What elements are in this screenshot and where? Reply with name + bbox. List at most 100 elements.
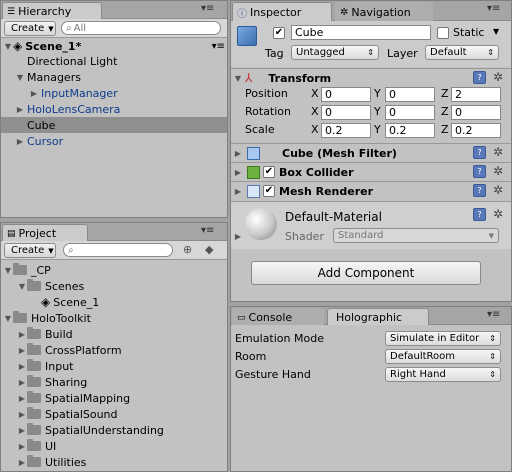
- collapse-triangle-icon[interactable]: ▶: [29, 89, 39, 98]
- layer-dropdown[interactable]: Default ⇕: [425, 45, 499, 60]
- project-item[interactable]: ◈ Scene_1: [41, 294, 99, 310]
- box-collider-enabled-checkbox[interactable]: ✔: [263, 166, 275, 178]
- collapse-triangle-icon[interactable]: ▶: [17, 330, 27, 339]
- position-x-field[interactable]: 0: [321, 87, 371, 102]
- add-component-button[interactable]: Add Component: [251, 261, 481, 285]
- tab-inspector[interactable]: ⓘ Inspector: [232, 2, 332, 21]
- hierarchy-item[interactable]: ▶ HoloLensCamera: [1, 101, 227, 117]
- project-item[interactable]: ▼ _CP: [3, 262, 51, 278]
- collapse-triangle-icon[interactable]: ▶: [17, 442, 27, 451]
- project-item[interactable]: ▶ SpatialMapping: [17, 390, 130, 406]
- help-icon[interactable]: ?: [473, 71, 486, 84]
- collapse-triangle-icon[interactable]: ▶: [17, 346, 27, 355]
- rotation-z-field[interactable]: 0: [451, 105, 501, 120]
- room-dropdown[interactable]: DefaultRoom ⇕: [385, 349, 501, 364]
- collapse-triangle-icon[interactable]: ▶: [15, 137, 25, 146]
- box-collider-header[interactable]: ▶ ✔ Box Collider ? ✲: [231, 162, 511, 181]
- hierarchy-item[interactable]: ▼ Managers: [1, 69, 227, 85]
- gear-icon[interactable]: ✲: [493, 164, 503, 178]
- active-checkbox[interactable]: ✔: [273, 27, 285, 39]
- project-item[interactable]: ▶ SpatialSound: [17, 406, 118, 422]
- emulation-mode-dropdown[interactable]: Simulate in Editor ⇕: [385, 331, 501, 346]
- hierarchy-options-icon[interactable]: ▾≡: [201, 3, 214, 14]
- mesh-filter-header[interactable]: ▶ Cube (Mesh Filter) ? ✲: [231, 143, 511, 162]
- rotation-x-field[interactable]: 0: [321, 105, 371, 120]
- tab-hierarchy[interactable]: ☰ Hierarchy: [2, 2, 102, 19]
- position-z-field[interactable]: 2: [451, 87, 501, 102]
- project-item[interactable]: ▶ Build: [17, 326, 73, 342]
- axis-y-label: Y: [374, 105, 381, 118]
- project-create-button[interactable]: Create ▼: [4, 243, 56, 258]
- project-options-icon[interactable]: ▾≡: [201, 225, 214, 236]
- tab-project[interactable]: ▤ Project: [2, 224, 88, 241]
- shader-dropdown[interactable]: Standard ▼: [333, 228, 499, 243]
- project-item[interactable]: ▶ Sharing: [17, 374, 87, 390]
- project-search[interactable]: ⌕: [63, 243, 173, 257]
- collapse-triangle-icon[interactable]: ▶: [233, 232, 243, 241]
- hierarchy-item[interactable]: Directional Light: [1, 53, 227, 69]
- chevron-down-icon[interactable]: ▼: [493, 27, 499, 36]
- gesture-hand-dropdown[interactable]: Right Hand ⇕: [385, 367, 501, 382]
- project-item[interactable]: ▶ SpatialUnderstanding: [17, 422, 164, 438]
- help-icon[interactable]: ?: [473, 184, 486, 197]
- collapse-triangle-icon[interactable]: ▶: [17, 378, 27, 387]
- folder-icon: [13, 311, 27, 323]
- project-item[interactable]: ▼ Scenes: [17, 278, 84, 294]
- gear-icon[interactable]: ✲: [493, 145, 503, 159]
- static-checkbox[interactable]: [437, 27, 449, 39]
- mesh-renderer-header[interactable]: ▶ ✔ Mesh Renderer ? ✲: [231, 181, 511, 200]
- help-icon[interactable]: ?: [473, 208, 486, 221]
- help-icon[interactable]: ?: [473, 165, 486, 178]
- position-y-field[interactable]: 0: [385, 87, 435, 102]
- collapse-triangle-icon[interactable]: ▶: [17, 362, 27, 371]
- object-name-field[interactable]: Cube: [291, 25, 431, 40]
- scene-options-icon[interactable]: ▾≡: [212, 41, 225, 52]
- inspector-options-icon[interactable]: ▾≡: [487, 3, 500, 14]
- scene-row[interactable]: ▼ ◈ Scene_1* ▾≡: [3, 38, 225, 54]
- collapse-triangle-icon[interactable]: ▶: [233, 149, 243, 158]
- mesh-renderer-enabled-checkbox[interactable]: ✔: [263, 185, 275, 197]
- project-item[interactable]: ▼ HoloToolkit: [3, 310, 91, 326]
- hierarchy-item-selected[interactable]: Cube: [1, 117, 227, 133]
- hierarchy-item[interactable]: ▶ Cursor: [1, 133, 227, 149]
- tag-dropdown[interactable]: Untagged ⇕: [291, 45, 379, 60]
- console-options-icon[interactable]: ▾≡: [487, 309, 500, 320]
- project-item[interactable]: ▶ Utilities: [17, 454, 86, 470]
- scale-x-field[interactable]: 0.2: [321, 123, 371, 138]
- gear-icon[interactable]: ✲: [493, 70, 503, 84]
- help-icon[interactable]: ?: [473, 146, 486, 159]
- project-item[interactable]: ▶ UI: [17, 438, 56, 454]
- filter-type-icon[interactable]: ⊕: [183, 243, 192, 256]
- expand-triangle-icon[interactable]: ▼: [3, 42, 13, 51]
- tab-holographic[interactable]: Holographic: [327, 308, 429, 325]
- hierarchy-search[interactable]: ⌕: [61, 21, 221, 35]
- project-item[interactable]: ▶ CrossPlatform: [17, 342, 122, 358]
- project-tree: ▼ _CP ▼ Scenes ◈ Scene_1 ▼ HoloToolkit ▶…: [1, 262, 227, 471]
- collapse-triangle-icon[interactable]: ▶: [17, 426, 27, 435]
- collapse-triangle-icon[interactable]: ▶: [233, 168, 243, 177]
- gear-icon[interactable]: ✲: [493, 183, 503, 197]
- collapse-triangle-icon[interactable]: ▶: [17, 458, 27, 467]
- expand-triangle-icon[interactable]: ▼: [3, 266, 13, 275]
- rotation-y-field[interactable]: 0: [385, 105, 435, 120]
- scale-z-field[interactable]: 0.2: [451, 123, 501, 138]
- transform-header[interactable]: ▼ ⅄ Transform ? ✲: [231, 68, 511, 87]
- expand-triangle-icon[interactable]: ▼: [233, 74, 243, 83]
- tab-console[interactable]: ▭ Console: [232, 308, 324, 325]
- filter-label-icon[interactable]: ◆: [205, 243, 213, 256]
- hierarchy-item[interactable]: ▶ InputManager: [1, 85, 227, 101]
- expand-triangle-icon[interactable]: ▼: [15, 73, 25, 82]
- expand-triangle-icon[interactable]: ▼: [17, 282, 27, 291]
- scale-y-field[interactable]: 0.2: [385, 123, 435, 138]
- expand-triangle-icon[interactable]: ▼: [3, 314, 13, 323]
- gear-icon[interactable]: ✲: [493, 207, 503, 221]
- collapse-triangle-icon[interactable]: ▶: [15, 105, 25, 114]
- hierarchy-search-input[interactable]: [73, 22, 220, 34]
- axis-y-label: Y: [374, 123, 381, 136]
- tab-navigation[interactable]: ✲ Navigation: [335, 2, 433, 21]
- hierarchy-create-button[interactable]: Create ▼: [4, 21, 56, 36]
- collapse-triangle-icon[interactable]: ▶: [17, 410, 27, 419]
- collapse-triangle-icon[interactable]: ▶: [17, 394, 27, 403]
- project-item[interactable]: ▶ Input: [17, 358, 73, 374]
- collapse-triangle-icon[interactable]: ▶: [233, 187, 243, 196]
